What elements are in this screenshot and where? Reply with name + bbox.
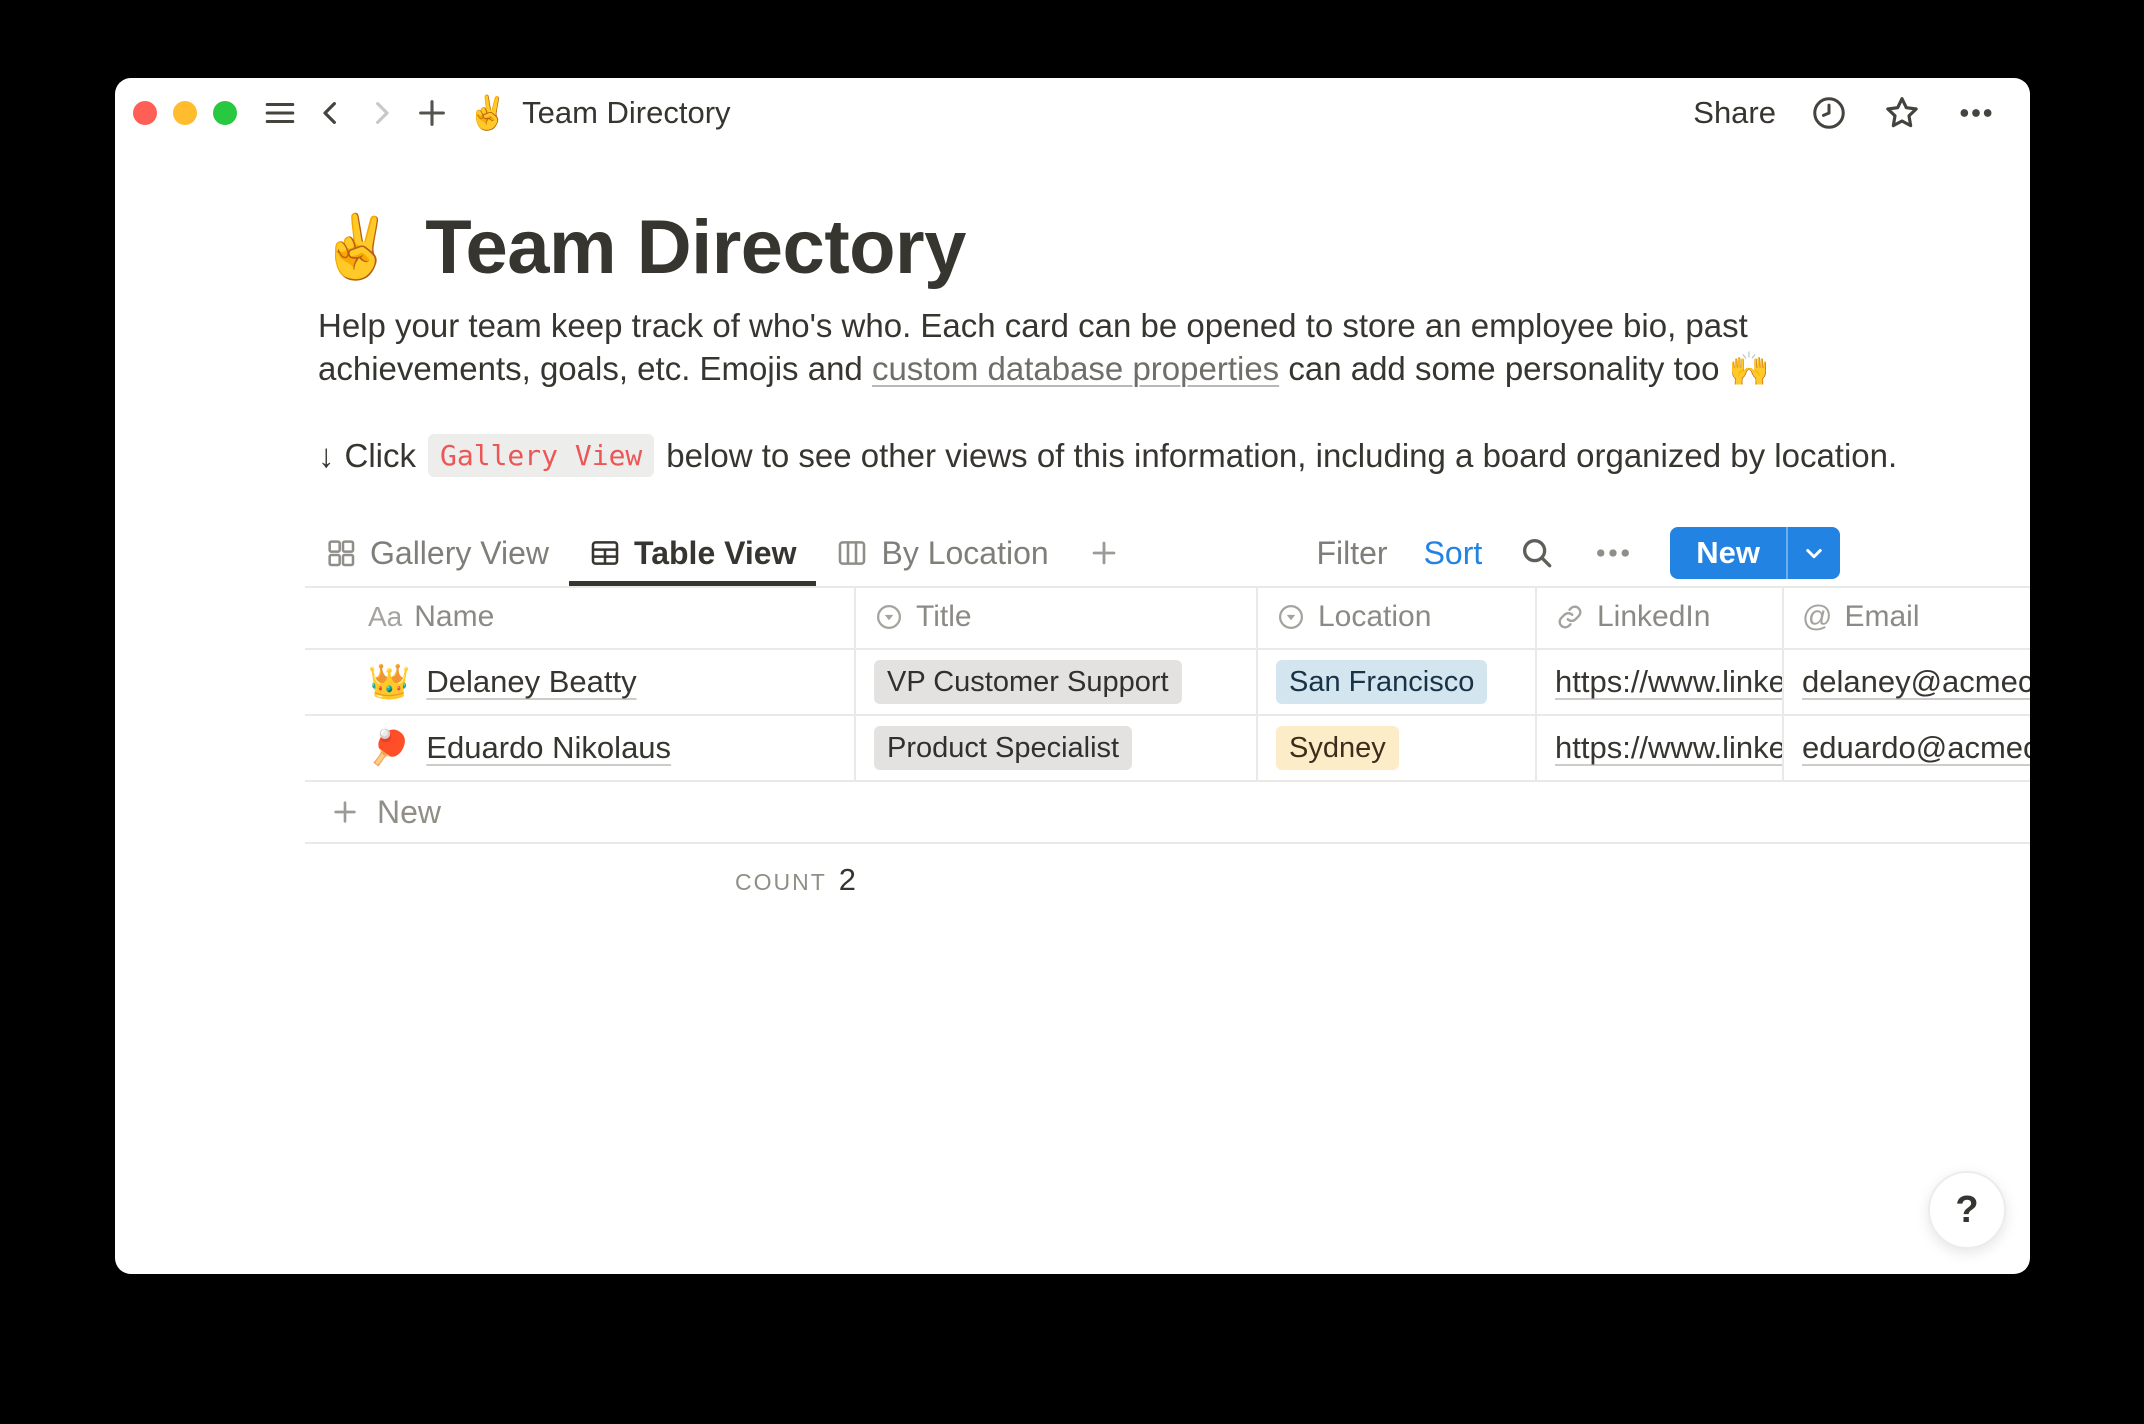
new-record-label[interactable]: New — [1670, 527, 1786, 579]
filter-button[interactable]: Filter — [1316, 535, 1387, 572]
email-cell[interactable]: delaney@acmecor — [1784, 650, 2030, 714]
new-record-button[interactable]: New — [1670, 527, 1840, 579]
help-button[interactable]: ? — [1928, 1171, 2006, 1249]
favorite-star-icon[interactable] — [1882, 93, 1922, 133]
add-view-icon — [1087, 536, 1121, 570]
page-description: Help your team keep track of who's who. … — [318, 304, 1808, 390]
updates-clock-icon[interactable] — [1810, 94, 1848, 132]
breadcrumb[interactable]: ✌️ Team Directory — [467, 94, 731, 133]
forward-icon[interactable] — [365, 97, 397, 129]
location-tag: San Francisco — [1276, 660, 1487, 704]
count-row: COUNT 2 — [305, 862, 856, 898]
row-emoji: 🏓 — [368, 728, 410, 768]
close-window-button[interactable] — [133, 101, 157, 125]
table-row: 👑 Delaney Beatty VP Customer Support San… — [305, 650, 2030, 716]
share-button[interactable]: Share — [1693, 95, 1776, 131]
add-view-button[interactable] — [1069, 520, 1139, 586]
tab-gallery-view[interactable]: Gallery View — [305, 520, 569, 586]
gallery-view-icon — [325, 537, 357, 569]
tab-label: Gallery View — [370, 535, 549, 572]
chevron-down-icon — [1799, 538, 1829, 568]
new-page-icon[interactable] — [415, 96, 449, 130]
count-label[interactable]: COUNT — [735, 869, 827, 896]
gallery-view-code-chip: Gallery View — [428, 434, 654, 477]
name-cell[interactable]: 👑 Delaney Beatty — [305, 650, 856, 714]
column-label: LinkedIn — [1597, 600, 1710, 634]
new-record-dropdown[interactable] — [1786, 527, 1840, 579]
plus-icon — [329, 796, 361, 828]
column-header-linkedin[interactable]: LinkedIn — [1537, 586, 1784, 648]
email-link[interactable]: delaney@acmecor — [1802, 664, 2030, 700]
row-emoji: 👑 — [368, 662, 410, 702]
email-cell[interactable]: eduardo@acmeco — [1784, 716, 2030, 780]
title-cell[interactable]: VP Customer Support — [856, 650, 1258, 714]
titlebar-left: ✌️ Team Directory — [133, 78, 731, 148]
linkedin-link[interactable]: https://www.linked — [1555, 664, 1784, 700]
table-row: 🏓 Eduardo Nikolaus Product Specialist Sy… — [305, 716, 2030, 782]
help-label: ? — [1955, 1189, 1978, 1232]
location-cell[interactable]: San Francisco — [1258, 650, 1537, 714]
database-toolbar: Filter Sort New — [1316, 520, 1840, 586]
email-link[interactable]: eduardo@acmeco — [1802, 730, 2030, 766]
zoom-window-button[interactable] — [213, 101, 237, 125]
select-type-icon — [874, 602, 904, 632]
callout-line: ↓ Click Gallery View below to see other … — [318, 434, 1897, 477]
new-row-button[interactable]: New — [305, 782, 2030, 844]
table-view-icon — [589, 537, 621, 569]
column-label: Location — [1318, 600, 1431, 634]
tab-by-location[interactable]: By Location — [816, 520, 1068, 586]
linkedin-cell[interactable]: https://www.linked — [1537, 716, 1784, 780]
title-tag: VP Customer Support — [874, 660, 1182, 704]
titlebar-right: Share — [1693, 78, 1996, 148]
tab-table-view[interactable]: Table View — [569, 520, 816, 586]
table-view: Aa Name Title Location LinkedIn — [305, 586, 2030, 844]
new-row-label: New — [377, 794, 441, 831]
title-cell[interactable]: Product Specialist — [856, 716, 1258, 780]
minimize-window-button[interactable] — [173, 101, 197, 125]
description-text-2: can add some personality too 🙌 — [1279, 350, 1770, 387]
title-tag: Product Specialist — [874, 726, 1132, 770]
text-type-icon: Aa — [368, 601, 402, 633]
page-title: ✌️ Team Directory — [318, 204, 966, 291]
table-header-row: Aa Name Title Location LinkedIn — [305, 586, 2030, 650]
count-value: 2 — [839, 862, 856, 898]
person-name-link[interactable]: Delaney Beatty — [426, 664, 636, 700]
name-cell[interactable]: 🏓 Eduardo Nikolaus — [305, 716, 856, 780]
linkedin-cell[interactable]: https://www.linked — [1537, 650, 1784, 714]
callout-prefix: Click — [345, 437, 417, 475]
column-header-title[interactable]: Title — [856, 586, 1258, 648]
select-type-icon — [1276, 602, 1306, 632]
column-header-location[interactable]: Location — [1258, 586, 1537, 648]
sidebar-menu-icon[interactable] — [263, 96, 297, 130]
back-icon[interactable] — [315, 97, 347, 129]
linkedin-link[interactable]: https://www.linked — [1555, 730, 1784, 766]
page-title-text: Team Directory — [425, 204, 966, 291]
url-type-icon — [1555, 602, 1585, 632]
desktop: { "titlebar": { "doc_emoji": "✌️", "doc_… — [0, 0, 2144, 1424]
tab-label: Table View — [634, 535, 796, 572]
person-name-link[interactable]: Eduardo Nikolaus — [426, 730, 671, 766]
search-icon[interactable] — [1518, 534, 1556, 572]
view-options-icon[interactable] — [1592, 532, 1634, 574]
column-label: Email — [1844, 600, 1919, 634]
down-arrow-glyph: ↓ — [318, 437, 335, 475]
column-label: Name — [414, 600, 494, 634]
more-options-icon[interactable] — [1956, 93, 1996, 133]
titlebar: ✌️ Team Directory Share — [115, 78, 2030, 148]
column-label: Title — [916, 600, 972, 634]
column-header-name[interactable]: Aa Name — [305, 586, 856, 648]
column-header-email[interactable]: @ Email — [1784, 586, 2030, 648]
location-tag: Sydney — [1276, 726, 1399, 770]
custom-database-properties-link[interactable]: custom database properties — [872, 350, 1279, 387]
notion-window: ✌️ Team Directory Share ✌️ Team Director… — [115, 78, 2030, 1274]
board-view-icon — [836, 537, 868, 569]
doc-title: Team Directory — [522, 95, 730, 131]
tab-label: By Location — [881, 535, 1048, 572]
location-cell[interactable]: Sydney — [1258, 716, 1537, 780]
doc-emoji: ✌️ — [467, 94, 508, 133]
callout-suffix: below to see other views of this informa… — [666, 437, 1897, 475]
page-emoji[interactable]: ✌️ — [318, 211, 395, 284]
sort-button[interactable]: Sort — [1424, 535, 1483, 572]
email-type-icon: @ — [1802, 600, 1832, 634]
